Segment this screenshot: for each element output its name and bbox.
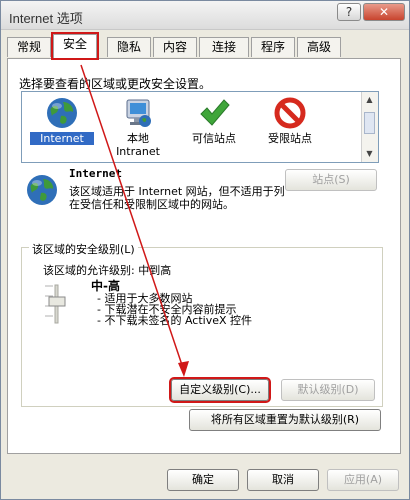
selected-zone-name: Internet xyxy=(69,167,122,180)
level-bullet: - 不下载未签名的 ActiveX 控件 xyxy=(97,314,253,327)
sites-button[interactable]: 站点(S) xyxy=(285,169,377,191)
reset-all-zones-button[interactable]: 将所有区域重置为默认级别(R) xyxy=(189,409,381,431)
close-button[interactable]: ✕ xyxy=(363,3,405,21)
zone-local-intranet[interactable]: 本地 Intranet xyxy=(106,92,170,158)
cancel-button[interactable]: 取消 xyxy=(247,469,319,491)
checkmark-icon xyxy=(200,99,230,126)
intranet-monitor-icon xyxy=(126,99,151,127)
default-level-button[interactable]: 默认级别(D) xyxy=(281,379,375,401)
help-button[interactable]: ? xyxy=(337,3,361,21)
tab-general[interactable]: 常规 xyxy=(7,37,51,57)
security-level-slider[interactable] xyxy=(39,283,69,325)
security-level-group-title: 该区域的安全级别(L) xyxy=(29,241,138,257)
apply-button[interactable]: 应用(A) xyxy=(327,469,399,491)
ok-button[interactable]: 确定 xyxy=(167,469,239,491)
globe-icon xyxy=(47,98,77,128)
scroll-thumb[interactable] xyxy=(364,112,375,134)
zone-internet[interactable]: Internet xyxy=(30,92,94,145)
custom-level-button[interactable]: 自定义级别(C)... xyxy=(169,377,271,403)
zone-trusted-sites[interactable]: 可信站点 xyxy=(182,92,246,145)
zone-intranet-label-line2: Intranet xyxy=(116,145,160,158)
zone-restricted-sites[interactable]: 受限站点 xyxy=(258,92,322,145)
security-level-bullets: - 适用于大多数网站 - 下载潜在不安全内容前提示 - 不下载未签名的 Acti… xyxy=(97,293,252,326)
tab-connections[interactable]: 连接 xyxy=(199,37,249,57)
zone-list-scrollbar[interactable]: ▲ ▼ xyxy=(361,92,378,162)
title-bar[interactable]: Internet 选项 ? ✕ xyxy=(1,1,409,30)
zone-trusted-label: 可信站点 xyxy=(192,132,236,145)
zone-intranet-label-line1: 本地 xyxy=(127,132,149,145)
tab-programs[interactable]: 程序 xyxy=(251,37,295,57)
zone-intro-text: 选择要查看的区域或更改安全设置。 xyxy=(19,77,212,91)
selected-zone-globe-icon xyxy=(27,175,57,205)
selected-zone-description: 该区域适用于 Internet 网站，但不适用于列在受信任和受限制区域中的网站。 xyxy=(69,185,285,211)
zone-list[interactable]: Internet 本地 Intranet 可信站点 受限站点 ▲ ▼ xyxy=(21,91,379,163)
tab-advanced[interactable]: 高级 xyxy=(297,37,341,57)
scroll-up-icon[interactable]: ▲ xyxy=(364,94,375,105)
tab-content[interactable]: 内容 xyxy=(153,37,197,57)
prohibited-icon xyxy=(274,97,306,129)
tab-privacy[interactable]: 隐私 xyxy=(107,37,151,57)
allowed-levels-text: 该区域的允许级别: 中到高 xyxy=(43,264,172,277)
internet-options-dialog: Internet 选项 ? ✕ 常规 安全 隐私 内容 连接 程序 高级 选择要… xyxy=(0,0,410,500)
zone-restricted-label: 受限站点 xyxy=(268,132,312,145)
tab-security[interactable]: 安全 xyxy=(51,32,99,60)
window-title: Internet 选项 xyxy=(9,11,83,26)
scroll-down-icon[interactable]: ▼ xyxy=(364,148,375,159)
zone-internet-label: Internet xyxy=(30,132,94,145)
